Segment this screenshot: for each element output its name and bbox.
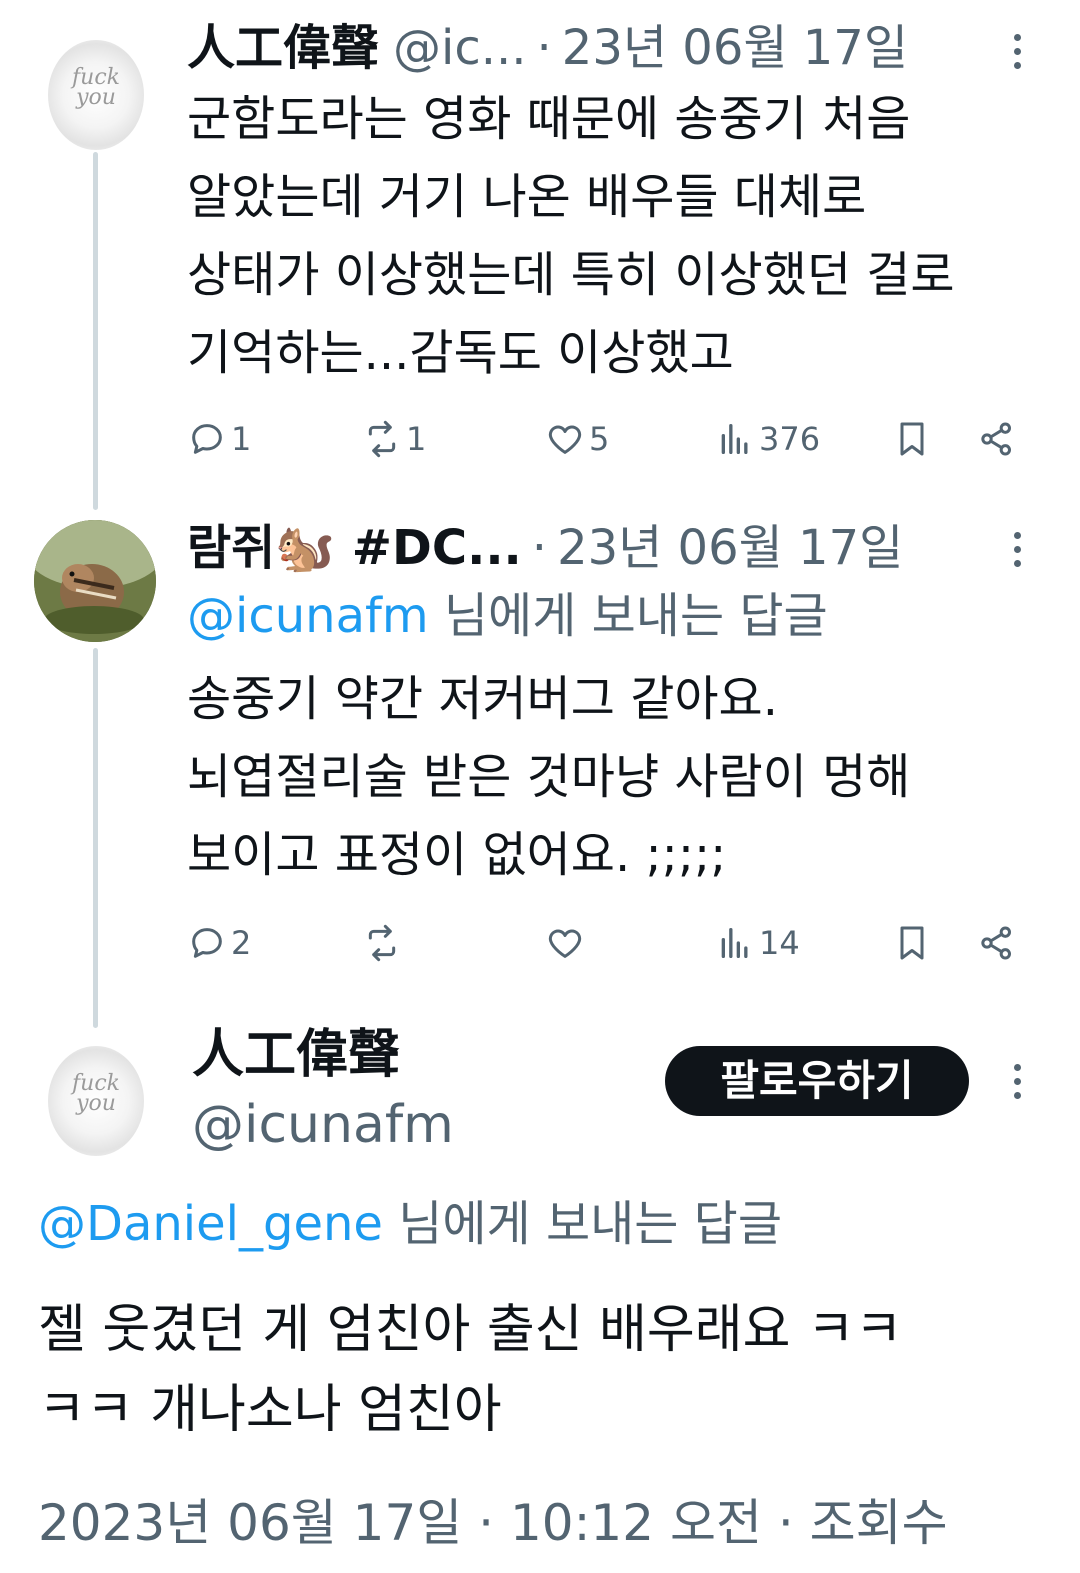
reply-icon [192, 424, 222, 454]
tweet-text: 군함도라는 영화 때문에 송중기 처음 알았는데 거기 나온 배우들 대체로 상… [187, 91, 955, 381]
reply-button[interactable]: 2 [187, 918, 251, 968]
like-count: 5 [589, 420, 610, 458]
more-icon[interactable] [1012, 532, 1022, 567]
avatar[interactable]: fuck you [48, 1046, 144, 1156]
mention-link[interactable]: @icunafm [187, 588, 429, 644]
display-name[interactable]: 人工偉聲 [187, 18, 379, 78]
view-count: 14 [759, 924, 800, 962]
bookmark-icon [900, 926, 924, 960]
views-button[interactable]: 14 [715, 918, 800, 968]
heart-icon [548, 425, 582, 454]
reply-count: 1 [231, 420, 252, 458]
thread-line [93, 648, 98, 1028]
tweet-actions: 1 1 5 376 [187, 414, 1027, 464]
display-name[interactable]: 람쥐🐿️ #DC... [187, 518, 522, 578]
tweet-date[interactable]: 23년 06월 17일 [557, 518, 903, 578]
tweet-text: 송중기 약간 저커버그 같아요. 뇌엽절리술 받은 것마냥 사람이 멍해 보이고… [187, 671, 911, 883]
display-name[interactable]: 人工偉聲 [192, 1022, 400, 1088]
avatar-ring-text: fuck you [72, 65, 120, 110]
handle[interactable]: @ic... [393, 18, 527, 78]
reply-icon [192, 928, 222, 958]
separator: · [536, 20, 552, 76]
avatar[interactable]: fuck you [48, 40, 144, 150]
reply-count: 2 [231, 924, 252, 962]
mention-link[interactable]: @Daniel_gene [38, 1196, 383, 1252]
share-icon [981, 926, 1011, 960]
avatar[interactable] [34, 520, 156, 642]
avatar-ring-text: fuck you [72, 1071, 120, 1116]
tweet-header: 람쥐🐿️ #DC... · 23년 06월 17일 [187, 518, 903, 578]
retweet-count: 1 [406, 420, 427, 458]
bookmark-icon [900, 422, 924, 456]
share-button[interactable] [977, 414, 1017, 464]
more-icon[interactable] [1012, 1064, 1022, 1099]
follow-button[interactable]: 팔로우하기 [665, 1046, 969, 1116]
views-icon [721, 424, 748, 454]
like-button[interactable] [545, 918, 589, 968]
tweet-actions: 2 14 [187, 918, 1027, 968]
like-button[interactable]: 5 [545, 414, 609, 464]
replying-to-label: 님에게 보내는 답글 [382, 1196, 783, 1252]
tweet-text: 젤 웃겼던 게 엄친아 출신 배우래요 ㅋㅋ ㅋㅋ 개나소나 엄친아 [38, 1300, 903, 1440]
bookmark-button[interactable] [892, 918, 932, 968]
handle[interactable]: @icunafm [192, 1092, 454, 1158]
share-icon [981, 422, 1011, 456]
tweet-date[interactable]: 23년 06월 17일 [562, 18, 908, 78]
reply-button[interactable]: 1 [187, 414, 251, 464]
view-count: 376 [759, 420, 821, 458]
replying-to: @icunafm 님에게 보내는 답글 [187, 584, 828, 648]
views-icon [721, 928, 748, 958]
bookmark-button[interactable] [892, 414, 932, 464]
retweet-button[interactable] [362, 918, 406, 968]
share-button[interactable] [977, 918, 1017, 968]
replying-to: @Daniel_gene 님에게 보내는 답글 [38, 1192, 782, 1256]
views-button[interactable]: 376 [715, 414, 820, 464]
retweet-icon [368, 924, 396, 962]
retweet-button[interactable]: 1 [362, 414, 426, 464]
separator: · [531, 520, 548, 576]
more-icon[interactable] [1012, 34, 1022, 69]
replying-to-label: 님에게 보내는 답글 [428, 588, 828, 644]
chipmunk-avatar-image [34, 520, 156, 642]
heart-icon [548, 929, 582, 958]
thread-line [93, 152, 98, 510]
tweet-header: 人工偉聲 @ic... · 23년 06월 17일 [187, 18, 908, 78]
tweet-meta: 2023년 06월 17일 · 10:12 오전 · 조회수 [38, 1494, 948, 1552]
retweet-icon [368, 420, 396, 458]
